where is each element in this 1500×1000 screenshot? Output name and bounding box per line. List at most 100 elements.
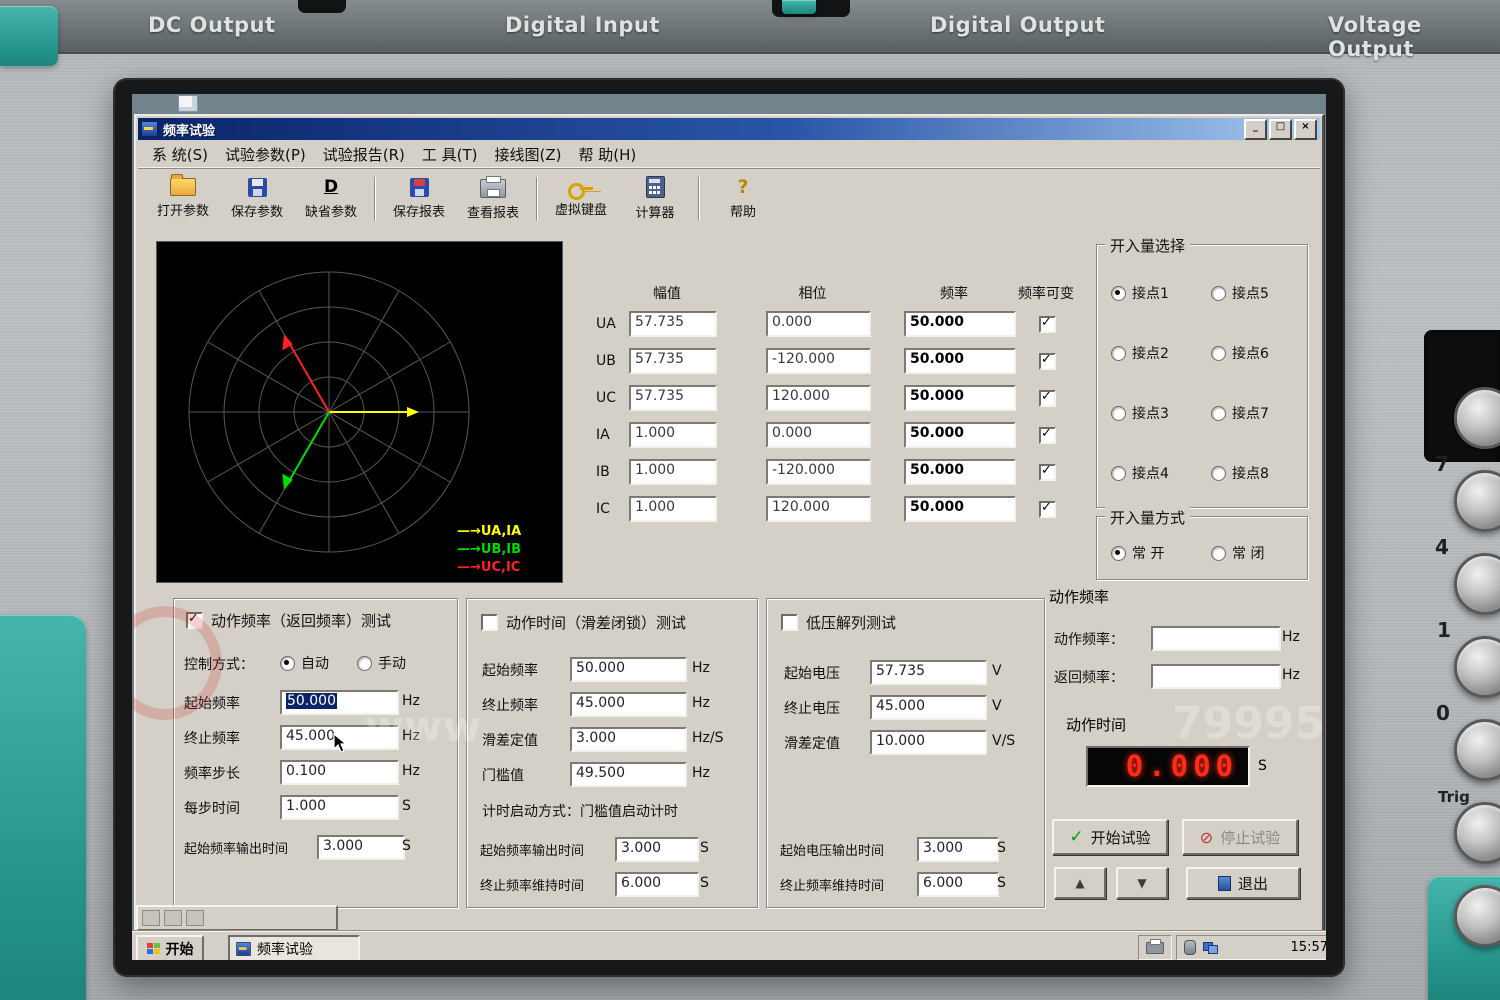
knob-0[interactable] <box>1454 719 1500 781</box>
menu-system[interactable]: 系 统(S) <box>146 142 219 167</box>
phase-field[interactable]: -120.000 <box>766 459 871 485</box>
frequency-field[interactable]: 50.000 <box>904 348 1016 374</box>
phase-field[interactable]: 0.000 <box>766 422 871 448</box>
save-report-button[interactable]: 保存报表 <box>382 172 456 226</box>
end-hold-time-input[interactable]: 6.000 <box>917 872 999 897</box>
menu-tools[interactable]: 工 具(T) <box>416 142 489 167</box>
radio-contact-3[interactable]: 接点3 <box>1111 403 1169 423</box>
desktop-icon[interactable] <box>178 95 198 112</box>
stop-test-button[interactable]: ⊘停止试验 <box>1182 819 1298 855</box>
start-test-button[interactable]: ✓开始试验 <box>1052 819 1168 855</box>
frequency-field[interactable]: 50.000 <box>904 496 1016 522</box>
start-output-time-input[interactable]: 3.000 <box>917 837 999 862</box>
radio-contact-4[interactable]: 接点4 <box>1111 463 1169 483</box>
menu-test-report[interactable]: 试验报告(R) <box>317 142 416 167</box>
input-device-icon[interactable] <box>1184 940 1196 955</box>
help-button[interactable]: ? 帮助 <box>706 172 780 226</box>
radio-contact-5[interactable]: 接点5 <box>1211 283 1269 303</box>
minimize-button[interactable]: _ <box>1244 119 1267 140</box>
low-voltage-test-checkbox[interactable]: 低压解列测试 <box>781 612 896 633</box>
frequency-field[interactable]: 50.000 <box>904 459 1016 485</box>
radio-manual[interactable]: 手动 <box>357 653 406 673</box>
step-time-input[interactable]: 1.000 <box>280 795 399 820</box>
slip-setting-input[interactable]: 10.000 <box>870 730 987 755</box>
freq-variable-checkbox[interactable] <box>1039 427 1056 444</box>
action-time-test-checkbox[interactable]: 动作时间（滑差闭锁）测试 <box>481 612 686 633</box>
freq-variable-checkbox[interactable] <box>1039 390 1056 407</box>
menu-help[interactable]: 帮 助(H) <box>573 142 648 167</box>
freq-variable-checkbox[interactable] <box>1039 316 1056 333</box>
radio-normally-closed[interactable]: 常 闭 <box>1211 543 1264 563</box>
phase-field[interactable]: 0.000 <box>766 311 871 337</box>
calculator-button[interactable]: 计算器 <box>618 172 692 226</box>
virtual-keyboard-button[interactable]: 虚拟键盘 <box>544 172 618 226</box>
end-frequency-input[interactable]: 45.000 <box>570 692 687 717</box>
save-params-button[interactable]: 保存参数 <box>220 172 294 226</box>
start-frequency-input[interactable]: 50.000 <box>570 657 687 682</box>
start-output-time-input[interactable]: 3.000 <box>615 837 699 862</box>
freq-variable-checkbox[interactable] <box>1039 501 1056 518</box>
action-frequency-test-checkbox[interactable]: 动作频率（返回频率）测试 <box>186 610 391 631</box>
network-icon[interactable] <box>1203 942 1217 953</box>
printer-tray-button[interactable] <box>1138 935 1172 960</box>
radio-contact-6[interactable]: 接点6 <box>1211 343 1269 363</box>
exit-button[interactable]: 退出 <box>1186 867 1300 899</box>
action-time-display: 0.000 <box>1086 746 1250 787</box>
radio-normally-open[interactable]: 常 开 <box>1111 543 1164 563</box>
threshold-input[interactable]: 49.500 <box>570 762 687 787</box>
freq-variable-checkbox[interactable] <box>1039 464 1056 481</box>
taskbar: 开始 频率试验 15:57 <box>132 931 1326 960</box>
amplitude-field[interactable]: 1.000 <box>629 422 717 448</box>
radio-auto[interactable]: 自动 <box>280 653 329 673</box>
menu-test-params[interactable]: 试验参数(P) <box>219 142 317 167</box>
amplitude-field[interactable]: 57.735 <box>629 385 717 411</box>
default-params-button[interactable]: D 缺省参数 <box>294 172 368 226</box>
field-label: 起始频率 <box>482 660 538 680</box>
field-row: 终止频率维持时间 6.000 S <box>767 872 1044 896</box>
menu-bar: 系 统(S) 试验参数(P) 试验报告(R) 工 具(T) 接线图(Z) 帮 助… <box>138 142 1320 167</box>
title-bar[interactable]: 频率试验 _ □ × <box>138 118 1320 140</box>
task-button-frequency-test[interactable]: 频率试验 <box>228 935 360 960</box>
amplitude-field[interactable]: 1.000 <box>629 496 717 522</box>
amplitude-field[interactable]: 57.735 <box>629 311 717 337</box>
radio-contact-8[interactable]: 接点8 <box>1211 463 1269 483</box>
field-row: 终止频率 45.000 Hz <box>174 725 457 749</box>
freq-variable-checkbox[interactable] <box>1039 353 1056 370</box>
screen-desktop: 频率试验 _ □ × 系 统(S) 试验参数(P) 试验报告(R) 工 具(T)… <box>132 94 1326 960</box>
start-voltage-input[interactable]: 57.735 <box>870 660 987 685</box>
menu-wiring[interactable]: 接线图(Z) <box>489 142 573 167</box>
start-output-time-input[interactable]: 3.000 <box>317 835 405 860</box>
start-button[interactable]: 开始 <box>136 935 204 960</box>
end-voltage-input[interactable]: 45.000 <box>870 695 987 720</box>
frequency-field[interactable]: 50.000 <box>904 385 1016 411</box>
frequency-field[interactable]: 50.000 <box>904 311 1016 337</box>
end-hold-time-input[interactable]: 6.000 <box>615 872 699 897</box>
view-report-button[interactable]: 查看报表 <box>456 172 530 226</box>
close-button[interactable]: × <box>1294 119 1317 140</box>
radio-contact-2[interactable]: 接点2 <box>1111 343 1169 363</box>
phase-field[interactable]: 120.000 <box>766 385 871 411</box>
radio-contact-7[interactable]: 接点7 <box>1211 403 1269 423</box>
phase-field[interactable]: -120.000 <box>766 348 871 374</box>
field-unit: Hz/S <box>692 730 723 746</box>
ime-bar[interactable] <box>136 905 338 931</box>
radio-contact-1[interactable]: 接点1 <box>1111 283 1169 303</box>
start-frequency-input[interactable]: 50.000 <box>280 690 399 715</box>
maximize-button[interactable]: □ <box>1269 119 1292 140</box>
phase-field[interactable]: 120.000 <box>766 496 871 522</box>
field-label: 频率步长 <box>184 763 240 783</box>
knob-4[interactable] <box>1454 553 1500 615</box>
slip-setting-input[interactable]: 3.000 <box>570 727 687 752</box>
frequency-field[interactable]: 50.000 <box>904 422 1016 448</box>
frequency-step-input[interactable]: 0.100 <box>280 760 399 785</box>
up-button[interactable]: ▲ <box>1054 867 1106 899</box>
knob-7[interactable] <box>1454 470 1500 532</box>
channel-name: IC <box>596 501 610 517</box>
open-params-button[interactable]: 打开参数 <box>146 172 220 226</box>
amplitude-field[interactable]: 57.735 <box>629 348 717 374</box>
knob-1[interactable] <box>1454 636 1500 698</box>
action-frequency-panel: 动作频率（返回频率）测试 控制方式： 自动 手动 起始频率 50.000 Hz … <box>173 598 458 908</box>
down-button[interactable]: ▼ <box>1116 867 1168 899</box>
knob-trig[interactable] <box>1454 802 1500 864</box>
amplitude-field[interactable]: 1.000 <box>629 459 717 485</box>
